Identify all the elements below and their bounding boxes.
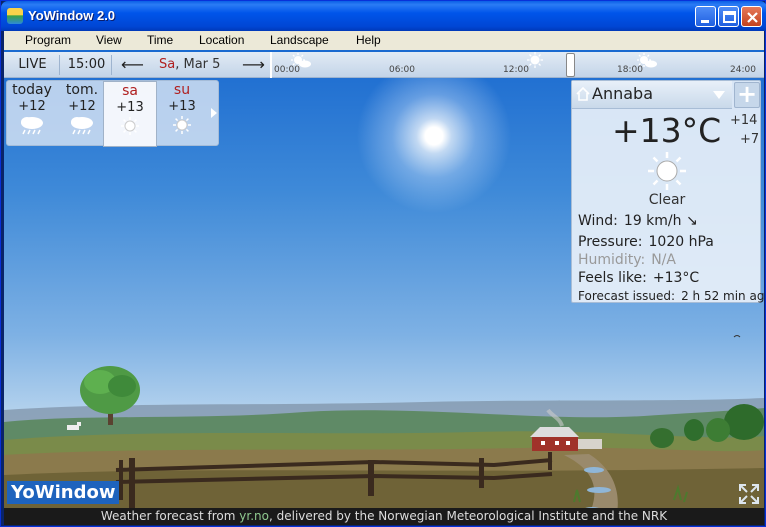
chevron-down-icon (713, 91, 725, 99)
forecast-day-temp: +13 (168, 99, 196, 114)
maximize-icon (723, 11, 736, 23)
location-panel: Annaba + +13°C +14 +7 Clear Wind: 19 km/h… (571, 80, 764, 303)
forecast-issued-value: 2 h 52 min ago (681, 289, 764, 303)
menu-location[interactable]: Location (199, 33, 244, 47)
close-icon (747, 12, 758, 23)
title-bar[interactable]: YoWindow 2.0 (1, 1, 766, 31)
timeline-tick: 24:00 (730, 65, 756, 75)
live-button[interactable]: LIVE (6, 55, 60, 75)
maximize-button[interactable] (718, 6, 739, 27)
current-time[interactable]: 15:00 (62, 55, 112, 75)
minimize-icon (701, 20, 709, 23)
city-name: Annaba (592, 84, 653, 103)
menu-help[interactable]: Help (356, 33, 381, 47)
next-time-arrow-icon[interactable]: ⟶ (242, 56, 265, 74)
menu-view[interactable]: View (96, 33, 122, 47)
feels-like-label: Feels like: (578, 270, 647, 286)
wind-value: 19 km/h ↘ (623, 213, 698, 229)
prev-time-arrow-icon[interactable]: ⟵ (121, 56, 144, 74)
timeline-tick: 12:00 (503, 65, 529, 75)
rain-cloud-icon (71, 117, 93, 135)
feels-like-row: Feels like: +13°C (578, 270, 699, 286)
wind-row: Wind: 19 km/h ↘ (578, 213, 698, 229)
yowindow-app-icon (7, 8, 23, 24)
fullscreen-icon[interactable] (738, 483, 760, 505)
rain-cloud-icon (21, 117, 43, 135)
humidity-label: Humidity: (578, 252, 646, 268)
logo-window: Window (34, 482, 116, 503)
humidity-row: Humidity: N/A (578, 252, 676, 268)
menu-landscape[interactable]: Landscape (270, 33, 329, 47)
forecast-day-name: tom. (65, 82, 99, 98)
forecast-day-saturday[interactable]: sa +13 (103, 81, 157, 147)
forecast-issued-label: Forecast issued: (578, 289, 676, 303)
add-location-button[interactable]: + (734, 82, 760, 108)
date-label[interactable]: Sa, Mar 5 (159, 55, 220, 75)
timeline[interactable]: 00:00 06:00 12:00 18:00 24:00 (270, 52, 764, 78)
forecast-day-temp: +13 (116, 100, 144, 115)
menu-bar: Program View Time Location Landscape Hel… (4, 31, 764, 50)
time-bar: LIVE 15:00 ⟵ Sa, Mar 5 ⟶ 00:00 06:00 12:… (4, 52, 764, 78)
timeline-tick: 00:00 (274, 65, 300, 75)
pressure-row: Pressure: 1020 hPa (578, 234, 714, 250)
date-rest: , Mar 5 (175, 57, 221, 72)
forecast-day-name: today (12, 82, 52, 98)
home-icon (576, 86, 590, 101)
condition-text: Clear (648, 192, 686, 208)
forecast-day-temp: +12 (68, 99, 96, 114)
minimize-button[interactable] (695, 6, 716, 27)
forecast-issued-row: Forecast issued: 2 h 52 min ago (578, 289, 764, 303)
location-selector[interactable]: Annaba (572, 81, 732, 109)
status-bar: Weather forecast from yr.no, delivered b… (4, 508, 764, 525)
source-link[interactable]: yr.no (239, 509, 269, 523)
weather-view[interactable]: LIVE 15:00 ⟵ Sa, Mar 5 ⟶ 00:00 06:00 12:… (4, 50, 764, 525)
yowindow-logo[interactable]: YoWindow (7, 481, 120, 504)
forecast-day-name: sa (122, 83, 138, 99)
timeline-tick: 06:00 (389, 65, 415, 75)
logo-yo: Yo (11, 482, 35, 503)
window-title: YoWindow 2.0 (28, 8, 116, 23)
forecast-day-temp: +12 (18, 99, 46, 114)
timeline-sun-icon (527, 52, 543, 68)
clear-sun-icon (648, 152, 686, 190)
close-button[interactable] (741, 6, 762, 27)
pressure-label: Pressure: (578, 234, 643, 250)
current-temperature: +13°C (612, 111, 722, 150)
humidity-value: N/A (651, 252, 676, 268)
forecast-strip: today +12 tom. +12 sa +13 su +13 (6, 80, 220, 147)
status-prefix: Weather forecast from (100, 509, 236, 523)
date-day: Sa (159, 57, 176, 72)
wind-label: Wind: (578, 213, 618, 229)
forecast-day-today[interactable]: today +12 (7, 81, 57, 147)
pressure-value: 1020 hPa (648, 234, 714, 250)
status-suffix: , delivered by the Norwegian Meteorologi… (269, 509, 668, 523)
sun-icon (121, 117, 139, 135)
sun-icon (173, 116, 191, 134)
menu-program[interactable]: Program (25, 33, 71, 47)
feels-like-value: +13°C (652, 270, 700, 286)
timeline-slider-handle[interactable] (566, 53, 575, 77)
forecast-day-tomorrow[interactable]: tom. +12 (57, 81, 107, 147)
forecast-next-arrow-icon[interactable] (207, 81, 220, 147)
app-window: YoWindow 2.0 Program View Time Location … (0, 0, 766, 527)
forecast-day-sunday[interactable]: su +13 (157, 81, 207, 147)
forecast-day-name: su (173, 82, 191, 98)
timeline-tick: 18:00 (617, 65, 643, 75)
low-temperature: +7 (740, 132, 760, 147)
menu-time[interactable]: Time (147, 33, 173, 47)
high-temperature: +14 (730, 113, 758, 128)
